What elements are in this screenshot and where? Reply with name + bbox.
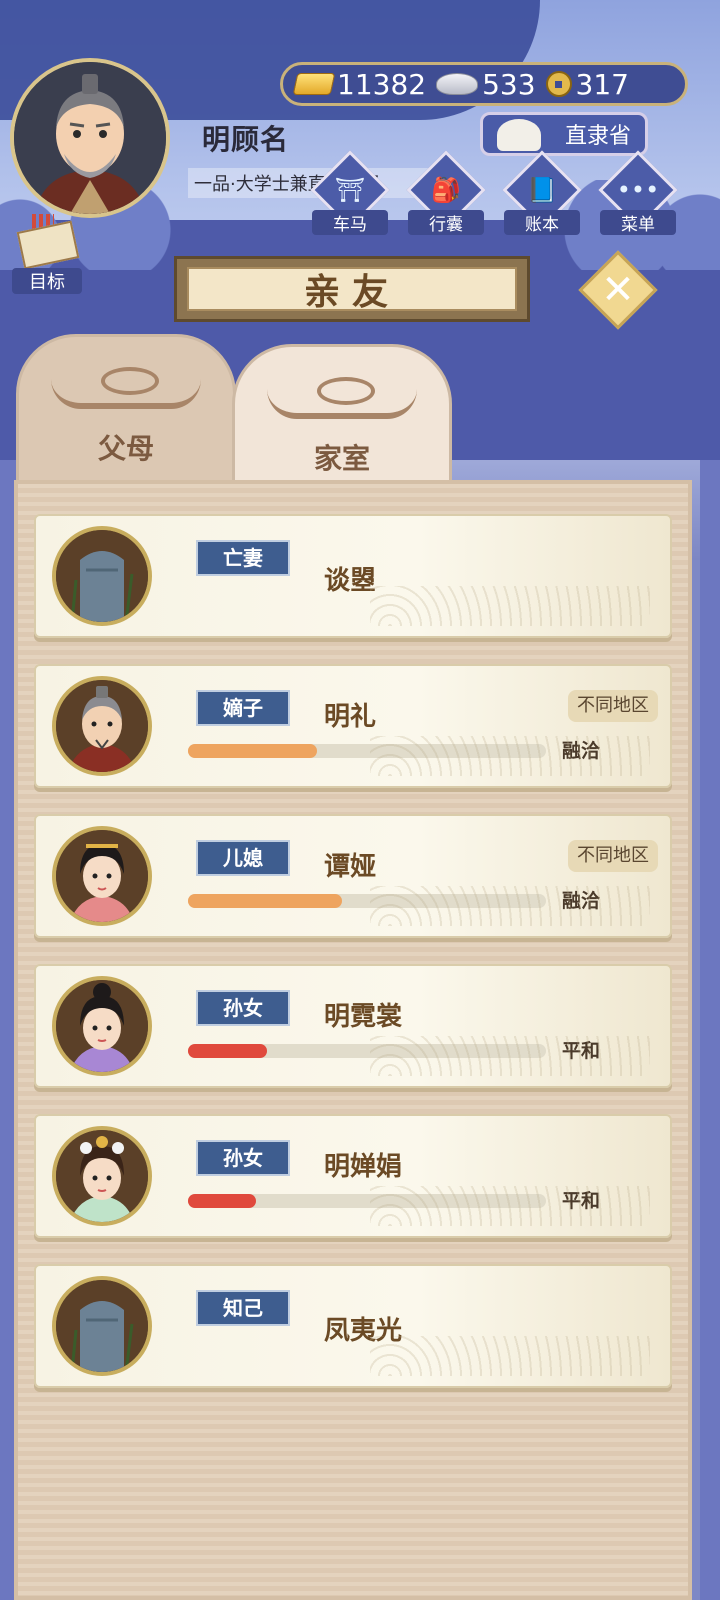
silver-ingot-icon: [436, 73, 479, 95]
silver-resource: 533: [436, 67, 536, 101]
region-button[interactable]: 直隶省: [480, 112, 648, 156]
nav-menu-button[interactable]: ••• 菜单: [598, 150, 678, 238]
silver-amount: 533: [482, 67, 536, 101]
relation-badge: 儿媳: [196, 840, 290, 876]
ledger-icon: 📘: [527, 176, 557, 204]
close-icon[interactable]: ✕: [590, 262, 646, 318]
coin-resource: 317: [545, 67, 629, 101]
tab-household-label: 家室: [313, 442, 370, 475]
carriage-icon: ⛩: [334, 176, 366, 204]
resource-bar: 11382 533 317: [280, 62, 688, 106]
gold-ingot-icon: [292, 73, 336, 95]
panel-title-plaque: 亲友: [174, 256, 530, 322]
relative-name: 明婵娟: [324, 1152, 403, 1182]
bundle-icon: 🎒: [431, 176, 461, 204]
elder-official-portrait-icon: [14, 62, 166, 214]
affinity-bar-fill: [188, 1044, 267, 1058]
granddaughter-portrait-icon: [52, 976, 152, 1076]
nav-ledger-label: 账本: [504, 210, 580, 235]
relative-name: 谭娅: [324, 852, 377, 882]
right-border-pattern: [700, 460, 720, 1600]
relative-card[interactable]: 儿媳 谭娅 不同地区 融洽: [34, 814, 672, 938]
player-name: 明顾名: [202, 123, 290, 156]
relative-card[interactable]: 嫡子 明礼 不同地区 融洽: [34, 664, 672, 788]
daughter-in-law-portrait-icon: [52, 826, 152, 926]
copper-coin-icon: [545, 71, 572, 97]
menu-dots-icon: •••: [616, 176, 660, 204]
scroll-icon: [16, 220, 80, 270]
tombstone-portrait-icon: [52, 526, 152, 626]
elder-son-portrait-icon: [52, 676, 152, 776]
gold-resource: 11382: [292, 67, 427, 101]
cloud-ornament-icon: [267, 373, 417, 419]
location-badge: 不同地区: [568, 840, 658, 872]
relation-badge: 嫡子: [196, 690, 290, 726]
nav-carriage-button[interactable]: ⛩ 车马: [310, 150, 390, 238]
nav-bundle-button[interactable]: 🎒 行囊: [406, 150, 486, 238]
nav-ledger-button[interactable]: 📘 账本: [502, 150, 582, 238]
relative-name: 明霓裳: [324, 1002, 403, 1032]
player-avatar[interactable]: [10, 58, 170, 218]
relation-badge: 孙女: [196, 990, 290, 1026]
nav-carriage-label: 车马: [312, 210, 388, 235]
nav-menu-label: 菜单: [600, 210, 676, 235]
relative-card[interactable]: 亡妻 谈曌: [34, 514, 672, 638]
tab-household[interactable]: 家室: [232, 344, 452, 486]
relative-name: 明礼: [324, 702, 377, 732]
cloud-ornament-icon: [51, 363, 201, 409]
goal-button[interactable]: 目标: [12, 212, 82, 294]
panel-title: 亲友: [187, 267, 517, 313]
affinity-bar-fill: [188, 1194, 257, 1208]
affinity-bar-fill: [188, 894, 342, 908]
official-hat-icon: [497, 119, 541, 151]
tab-parents[interactable]: 父母: [16, 334, 236, 484]
gold-amount: 11382: [337, 67, 427, 101]
relation-badge: 亡妻: [196, 540, 290, 576]
affinity-bar-fill: [188, 744, 317, 758]
nav-bundle-label: 行囊: [408, 210, 484, 235]
tombstone-portrait-icon: [52, 1276, 152, 1376]
tab-parents-label: 父母: [97, 432, 154, 465]
relative-card[interactable]: 孙女 明霓裳 平和: [34, 964, 672, 1088]
granddaughter-portrait-icon: [52, 1126, 152, 1226]
relative-card[interactable]: 知己 凤夷光: [34, 1264, 672, 1388]
location-badge: 不同地区: [568, 690, 658, 722]
region-label: 直隶省: [564, 124, 631, 149]
relation-badge: 孙女: [196, 1140, 290, 1176]
relative-card[interactable]: 孙女 明婵娟 平和: [34, 1114, 672, 1238]
coin-amount: 317: [575, 67, 629, 101]
relation-badge: 知己: [196, 1290, 290, 1326]
relative-name: 谈曌: [324, 566, 377, 596]
goal-label: 目标: [12, 268, 82, 294]
